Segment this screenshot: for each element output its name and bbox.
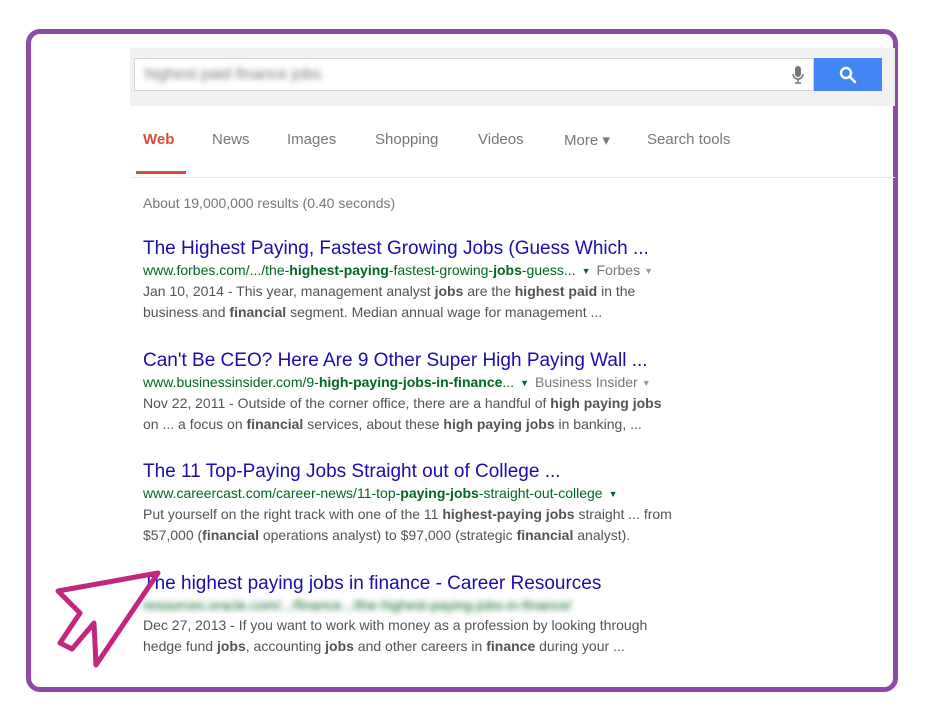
search-result: The highest paying jobs in finance - Car… [143,573,843,657]
microphone-icon[interactable] [791,65,805,85]
result-title-link[interactable]: The Highest Paying, Fastest Growing Jobs… [143,238,843,260]
result-title-link[interactable]: The highest paying jobs in finance - Car… [143,573,843,595]
result-snippet: Dec 27, 2013 - If you want to work with … [143,617,648,654]
result-stats: About 19,000,000 results (0.40 seconds) [143,195,396,211]
result-title-link[interactable]: Can't Be CEO? Here Are 9 Other Super Hig… [143,350,843,372]
result-url: resources.oracle.com/.../finance.../the-… [143,597,572,613]
result-url: www.careercast.com/career-news/11-top-pa… [143,485,618,501]
tab-videos[interactable]: Videos [478,131,524,148]
active-tab-indicator [136,171,186,174]
tab-web[interactable]: Web [143,131,174,148]
tab-shopping[interactable]: Shopping [375,131,438,148]
result-snippet: Put yourself on the right track with one… [143,506,672,544]
search-query-text: highest paid finance jobs [145,66,322,83]
result-title-link[interactable]: The 11 Top-Paying Jobs Straight out of C… [143,461,843,483]
dropdown-caret-icon[interactable]: ▼ [609,489,618,499]
result-snippet: Nov 22, 2011 - Outside of the corner off… [143,395,662,433]
dropdown-caret-icon[interactable]: ▼ [520,378,529,388]
dropdown-caret-icon[interactable]: ▼ [582,266,591,276]
tab-images[interactable]: Images [287,131,336,148]
search-input[interactable]: highest paid finance jobs [134,58,814,91]
result-url: www.businessinsider.com/9-high-paying-jo… [143,374,651,390]
header-divider [130,177,895,178]
dropdown-caret-icon[interactable]: ▼ [644,266,653,276]
tab-search-tools[interactable]: Search tools [647,131,730,148]
result-snippet: Jan 10, 2014 - This year, management ana… [143,283,636,321]
result-source: Business Insider [535,374,638,390]
result-url: www.forbes.com/.../the-highest-paying-fa… [143,262,654,278]
search-result: Can't Be CEO? Here Are 9 Other Super Hig… [143,350,843,435]
tab-news[interactable]: News [212,131,250,148]
search-button[interactable] [814,58,882,91]
result-source: Forbes [596,262,641,278]
tab-more[interactable]: More ▾ [564,131,610,149]
dropdown-caret-icon[interactable]: ▼ [642,378,651,388]
search-result: The Highest Paying, Fastest Growing Jobs… [143,238,843,323]
magnifier-icon [839,66,857,84]
search-result: The 11 Top-Paying Jobs Straight out of C… [143,461,843,546]
hand-drawn-arrow-icon [55,570,161,668]
